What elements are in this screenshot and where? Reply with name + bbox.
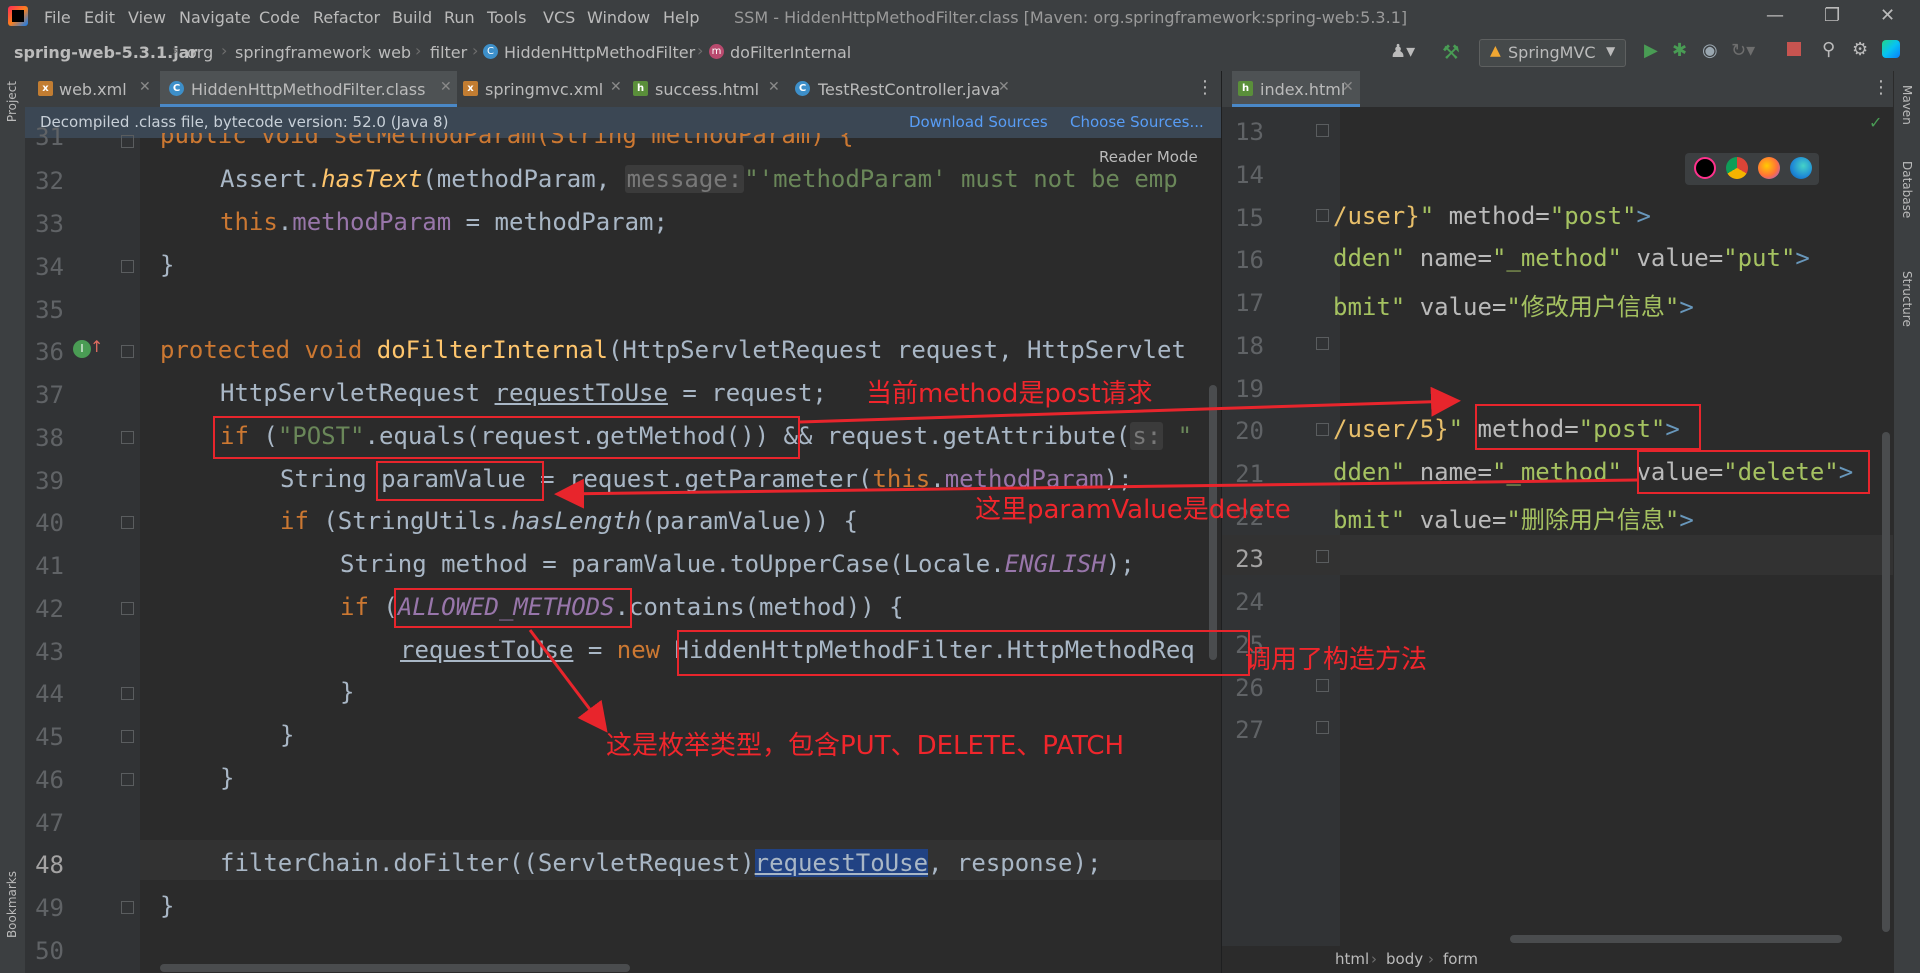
annotation-arrows (528, 386, 1638, 733)
arrow-enum-type (528, 629, 608, 733)
annotation-param-delete: 这里paramValue是delete (975, 495, 1291, 525)
annotation-enum-type: 这是枚举类型，包含PUT、DELETE、PATCH (606, 731, 1125, 761)
annotation-constructor: 调用了构造方法 (1245, 645, 1428, 675)
annotation-post-request: 当前method是post请求 (866, 379, 1153, 409)
